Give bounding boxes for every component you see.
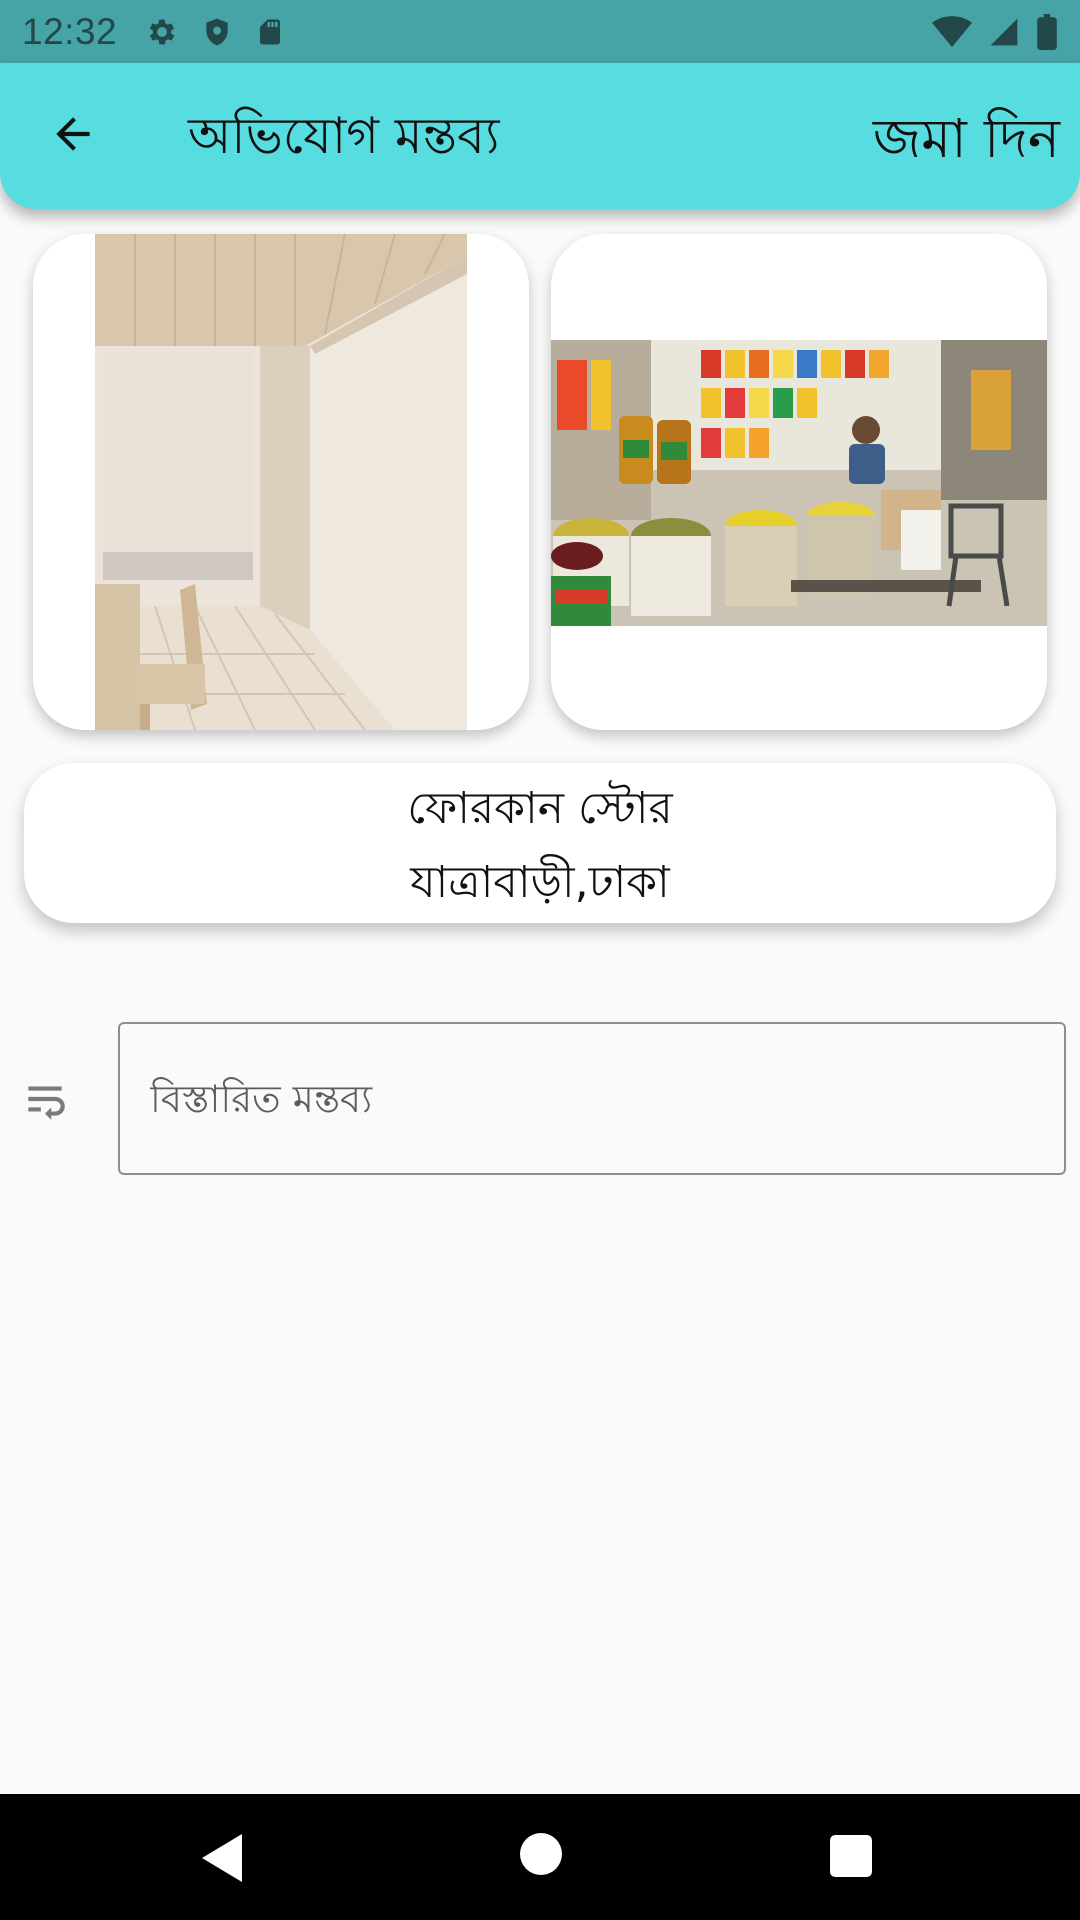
back-button[interactable] (40, 103, 106, 169)
comment-input[interactable] (118, 1022, 1066, 1175)
room-photo (95, 234, 467, 730)
market-photo-card[interactable] (551, 234, 1047, 730)
battery-icon (1036, 13, 1058, 50)
sd-card-icon (255, 15, 285, 49)
app-bar: অভিযোগ মন্তব্য জমা দিন (0, 63, 1080, 209)
submit-button[interactable]: জমা দিন (873, 97, 1060, 187)
wrap-text-icon (20, 1074, 70, 1124)
cell-signal-icon (988, 15, 1020, 49)
nav-back-icon[interactable] (202, 1834, 246, 1886)
shop-info-card: ফোরকান স্টোর যাত্রাবাড়ী,ঢাকা (24, 763, 1056, 923)
navigation-bar (0, 1794, 1080, 1920)
shield-icon (201, 15, 233, 49)
status-bar: 12:32 (0, 0, 1080, 63)
arrow-back-icon (48, 109, 98, 163)
wifi-icon (932, 15, 972, 49)
room-photo-card[interactable] (33, 234, 529, 730)
status-icons-left (145, 15, 285, 49)
shop-name: ফোরকান স্টোর (407, 783, 673, 834)
market-photo (551, 340, 1047, 626)
status-time: 12:32 (22, 10, 118, 52)
shop-location: যাত্রাবাড়ী,ঢাকা (410, 857, 670, 908)
status-icons-right (932, 13, 1058, 50)
settings-icon (145, 15, 179, 49)
nav-recents-icon[interactable] (830, 1835, 872, 1881)
nav-home-icon[interactable] (520, 1833, 562, 1879)
page-title: অভিযোগ মন্তব্য (188, 107, 500, 165)
